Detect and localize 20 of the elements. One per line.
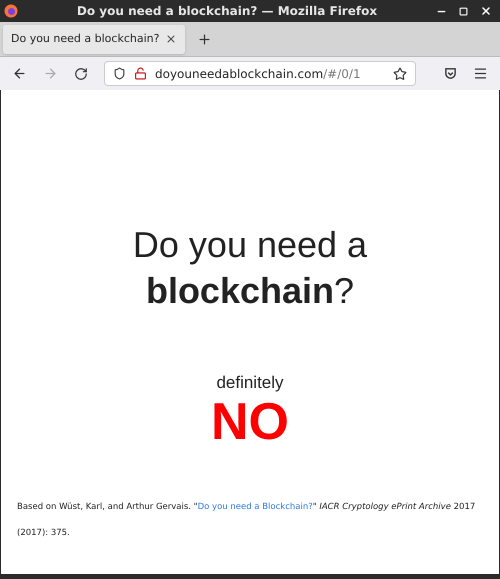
reload-icon[interactable] xyxy=(74,66,88,80)
window-title: Do you need a blockchain? — Mozilla Firefox xyxy=(76,3,378,20)
menu-icon[interactable] xyxy=(473,66,488,81)
back-icon[interactable] xyxy=(12,66,27,81)
bookmark-star-icon[interactable] xyxy=(393,66,407,80)
url-field[interactable]: doyouneedablockchain.com/#/0/1 xyxy=(104,61,416,86)
close-icon[interactable] xyxy=(480,5,492,17)
browser-logo-icon xyxy=(4,4,18,18)
pocket-icon[interactable] xyxy=(444,67,457,80)
shield-icon[interactable] xyxy=(113,67,126,80)
qualifier-text: definitely xyxy=(216,372,284,394)
citation-text: Based on Wüst, Karl, and Arthur Gervais. "Do you need a Blockchain?" IACR Cryptology ePrint Archive 2017 (2017): 375. xyxy=(16,500,476,540)
lock-icon[interactable] xyxy=(134,67,147,80)
browser-tab[interactable]: Do you need a blockchain? xyxy=(3,24,185,54)
paper-link[interactable]: Do you need a Blockchain? xyxy=(198,502,313,512)
close-tab-icon[interactable] xyxy=(165,33,177,45)
maximize-icon[interactable] xyxy=(459,6,468,16)
answer-text: NO xyxy=(211,396,289,448)
new-tab-icon[interactable] xyxy=(197,32,212,46)
page-heading: Do you need a blockchain? xyxy=(132,223,368,313)
